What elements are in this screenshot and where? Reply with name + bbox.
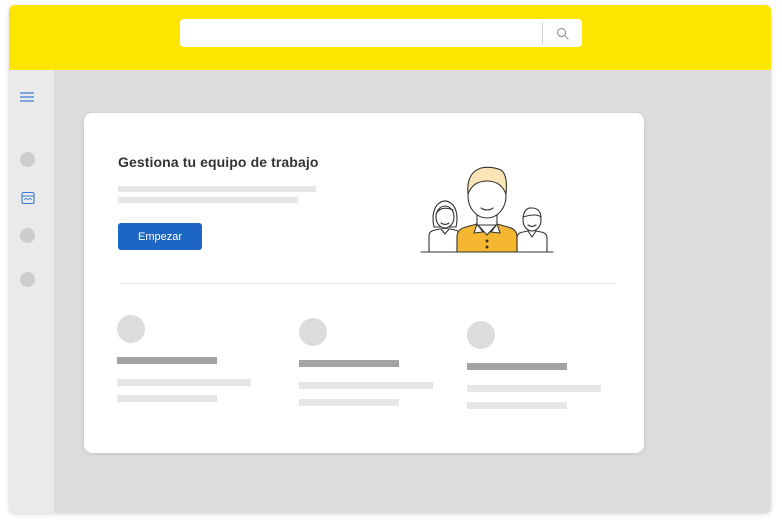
app-window: Gestiona tu equipo de trabajo Empezar <box>9 5 771 513</box>
sidebar-item-calendar[interactable] <box>20 190 36 206</box>
team-people-icon <box>420 166 554 253</box>
calendar-icon <box>21 191 35 205</box>
feature-placeholder-1 <box>117 313 257 413</box>
avatar-placeholder <box>467 321 495 349</box>
sidebar-item-3[interactable] <box>20 228 35 243</box>
section-divider <box>120 283 616 284</box>
text-placeholder-line <box>467 385 601 392</box>
text-placeholder-line <box>117 395 217 402</box>
top-bar <box>9 5 771 70</box>
team-card: Gestiona tu equipo de trabajo Empezar <box>84 113 644 453</box>
search-icon <box>556 27 569 40</box>
description-placeholder-line <box>118 197 298 203</box>
sidebar-item-1[interactable] <box>20 152 35 167</box>
text-placeholder-line <box>299 382 433 389</box>
menu-button[interactable] <box>18 90 36 104</box>
start-button[interactable]: Empezar <box>118 223 202 250</box>
text-placeholder-line <box>467 402 567 409</box>
search-bar[interactable] <box>180 19 582 47</box>
text-placeholder-line <box>117 379 251 386</box>
avatar-placeholder <box>299 318 327 346</box>
heading-placeholder <box>117 357 217 364</box>
text-placeholder-line <box>299 399 399 406</box>
heading-placeholder <box>299 360 399 367</box>
feature-placeholder-3 <box>467 313 607 413</box>
sidebar <box>9 70 54 513</box>
search-button[interactable] <box>552 23 572 43</box>
card-title: Gestiona tu equipo de trabajo <box>118 154 319 170</box>
search-divider <box>542 23 543 43</box>
search-input[interactable] <box>188 23 537 45</box>
feature-placeholder-2 <box>299 313 439 413</box>
hamburger-menu-icon <box>20 92 34 102</box>
heading-placeholder <box>467 363 567 370</box>
description-placeholder-line <box>118 186 316 192</box>
sidebar-item-4[interactable] <box>20 272 35 287</box>
avatar-placeholder <box>117 315 145 343</box>
